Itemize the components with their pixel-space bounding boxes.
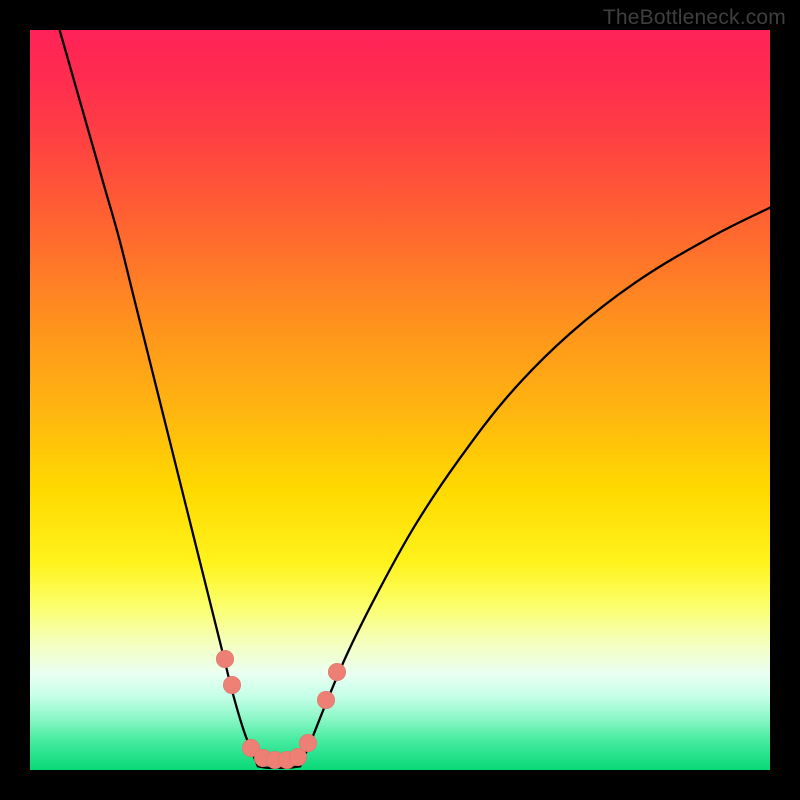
- marker-bead: [299, 734, 317, 752]
- marker-bead: [216, 650, 234, 668]
- marker-bead: [223, 676, 241, 694]
- curve-right-branch: [300, 208, 770, 767]
- marker-bead: [328, 663, 346, 681]
- plot-area: [30, 30, 770, 770]
- marker-bead: [317, 691, 335, 709]
- watermark-label: TheBottleneck.com: [603, 6, 786, 30]
- curve-canvas: [30, 30, 770, 770]
- chart-frame: TheBottleneck.com: [0, 0, 800, 800]
